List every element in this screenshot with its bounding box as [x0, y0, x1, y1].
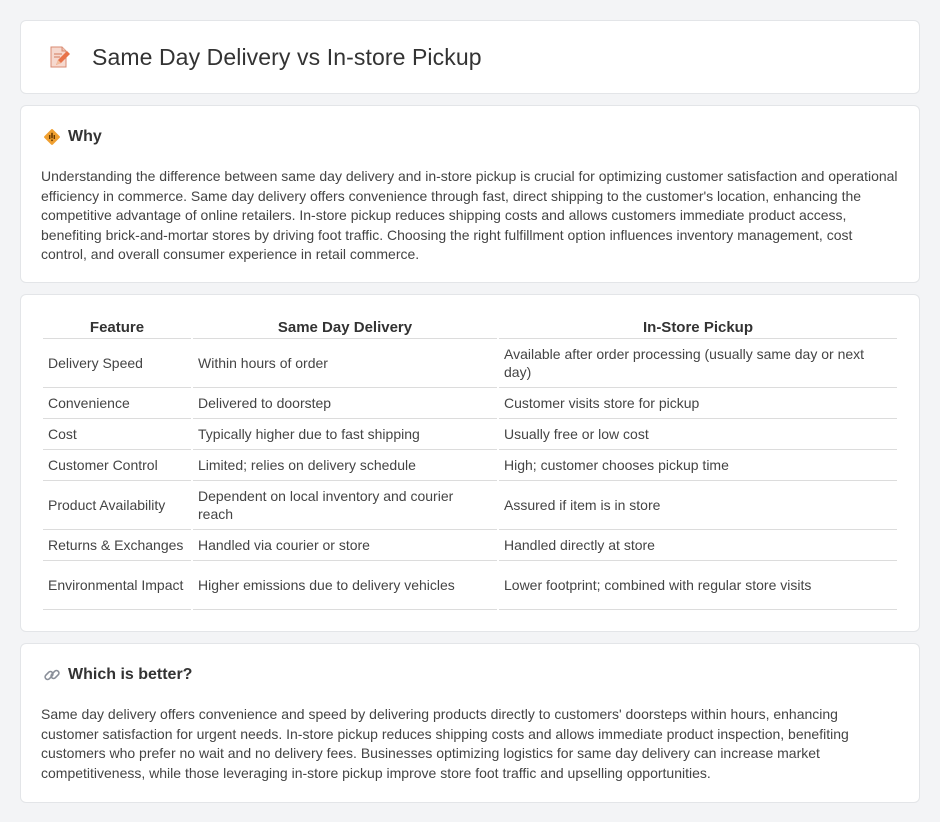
comparison-table: Feature Same Day Delivery In-Store Picku…: [41, 315, 899, 610]
table-cell: Handled via courier or store: [193, 530, 497, 561]
table-cell: Delivered to doorstep: [193, 388, 497, 419]
table-cell: High; customer chooses pickup time: [499, 450, 897, 481]
table-cell: Typically higher due to fast shipping: [193, 419, 497, 450]
header-in-store-pickup: In-Store Pickup: [499, 315, 897, 339]
table-cell: Higher emissions due to delivery vehicle…: [193, 561, 497, 610]
header-feature: Feature: [43, 315, 191, 339]
warning-sign-icon: [43, 128, 61, 146]
table-cell: Delivery Speed: [43, 339, 191, 388]
table-cell: Assured if item is in store: [499, 481, 897, 530]
table-cell: Returns & Exchanges: [43, 530, 191, 561]
table-row: Convenience Delivered to doorstep Custom…: [43, 388, 897, 419]
why-header: Why: [41, 126, 899, 148]
link-icon: [43, 666, 61, 684]
header-same-day-delivery: Same Day Delivery: [193, 315, 497, 339]
which-text: Same day delivery offers convenience and…: [41, 706, 849, 781]
table-cell: Within hours of order: [193, 339, 497, 388]
table-cell: Dependent on local inventory and courier…: [193, 481, 497, 530]
table-cell: Limited; relies on delivery schedule: [193, 450, 497, 481]
table-header-row: Feature Same Day Delivery In-Store Picku…: [43, 315, 897, 339]
which-header: Which is better?: [41, 664, 899, 686]
table-cell: Convenience: [43, 388, 191, 419]
table-row: Environmental Impact Higher emissions du…: [43, 561, 897, 610]
table-cell: Lower footprint; combined with regular s…: [499, 561, 897, 610]
table-cell: Customer Control: [43, 450, 191, 481]
which-heading: Which is better?: [68, 666, 193, 683]
table-row: Delivery Speed Within hours of order Ava…: [43, 339, 897, 388]
table-row: Cost Typically higher due to fast shippi…: [43, 419, 897, 450]
table-cell: Handled directly at store: [499, 530, 897, 561]
table-cell: Product Availability: [43, 481, 191, 530]
which-section: Which is better? Same day delivery offer…: [20, 643, 920, 803]
why-text: Understanding the difference between sam…: [41, 168, 898, 262]
table-row: Returns & Exchanges Handled via courier …: [43, 530, 897, 561]
table-row: Product Availability Dependent on local …: [43, 481, 897, 530]
table-cell: Customer visits store for pickup: [499, 388, 897, 419]
table-row: Customer Control Limited; relies on deli…: [43, 450, 897, 481]
comparison-section: Feature Same Day Delivery In-Store Picku…: [20, 294, 920, 632]
page-title: Same Day Delivery vs In-store Pickup: [92, 43, 482, 70]
why-heading: Why: [68, 128, 102, 145]
title-card: Same Day Delivery vs In-store Pickup: [20, 20, 920, 94]
table-cell: Environmental Impact: [43, 561, 191, 610]
table-cell: Usually free or low cost: [499, 419, 897, 450]
table-cell: Cost: [43, 419, 191, 450]
pencil-paper-icon: [47, 45, 71, 69]
table-cell: Available after order processing (usuall…: [499, 339, 897, 388]
why-section: Why Understanding the difference between…: [20, 105, 920, 283]
